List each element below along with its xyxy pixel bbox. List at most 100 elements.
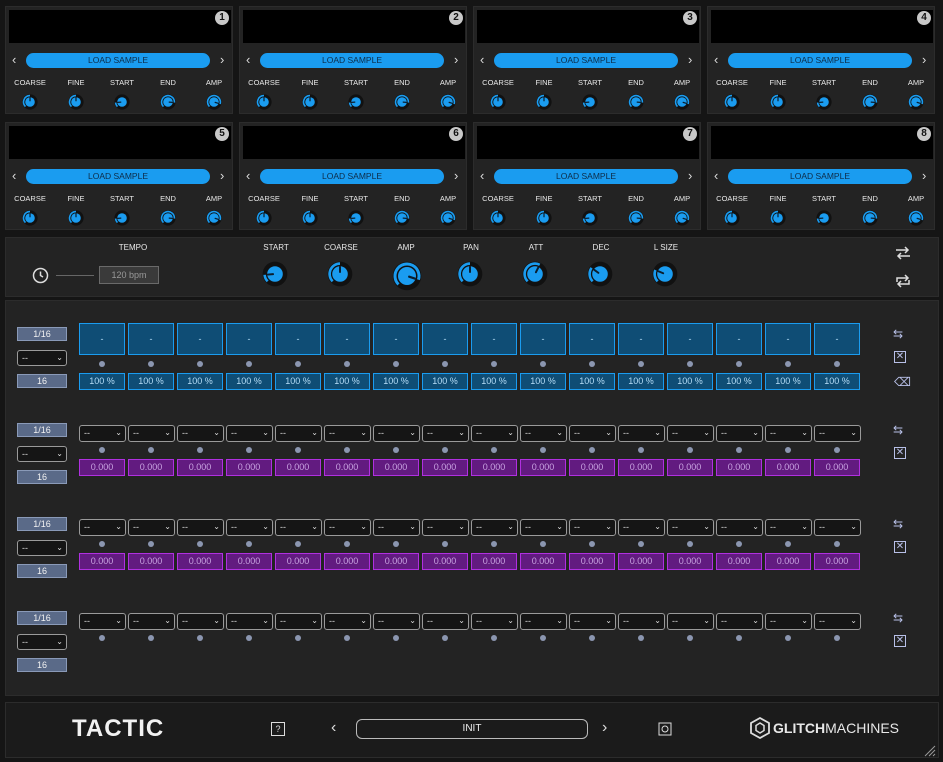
step-pitch-cell[interactable]: - xyxy=(667,323,713,355)
step-dot[interactable] xyxy=(687,635,693,641)
slot-amp-knob[interactable] xyxy=(674,94,690,110)
step-pitch-cell[interactable]: - xyxy=(226,323,272,355)
waveform-display[interactable] xyxy=(243,126,465,159)
slot-fine-knob[interactable] xyxy=(68,210,84,226)
clear-icon[interactable]: ✕ xyxy=(894,635,906,647)
next-sample-button[interactable]: › xyxy=(688,169,692,182)
step-dot[interactable] xyxy=(344,361,350,367)
slot-coarse-knob[interactable] xyxy=(256,210,272,226)
step-dot[interactable] xyxy=(540,541,546,547)
step-select[interactable]: -- ⌄ xyxy=(471,519,518,536)
step-dot[interactable] xyxy=(148,361,154,367)
step-dot[interactable] xyxy=(491,635,497,641)
step-select[interactable]: -- ⌄ xyxy=(275,519,322,536)
step-dot[interactable] xyxy=(295,447,301,453)
step-pitch-cell[interactable]: - xyxy=(324,323,370,355)
step-select[interactable]: -- ⌄ xyxy=(520,519,567,536)
step-dot[interactable] xyxy=(246,635,252,641)
main-pan-knob[interactable] xyxy=(457,261,483,287)
slot-start-knob[interactable] xyxy=(114,210,130,226)
step-value-cell[interactable]: 0.000 xyxy=(177,553,223,570)
load-sample-button[interactable]: LOAD SAMPLE xyxy=(728,53,912,68)
prev-sample-button[interactable]: ‹ xyxy=(480,169,484,182)
step-pitch-cell[interactable]: - xyxy=(569,323,615,355)
step-dot[interactable] xyxy=(785,447,791,453)
step-value-cell[interactable]: 0.000 xyxy=(373,459,419,476)
step-dot[interactable] xyxy=(687,361,693,367)
tempo-slider-track[interactable] xyxy=(56,275,94,276)
step-value-cell[interactable]: 0.000 xyxy=(177,459,223,476)
waveform-display[interactable] xyxy=(9,126,231,159)
step-dot[interactable] xyxy=(393,361,399,367)
step-dot[interactable] xyxy=(344,447,350,453)
step-dot[interactable] xyxy=(295,361,301,367)
main-coarse-knob[interactable] xyxy=(327,261,353,287)
slot-coarse-knob[interactable] xyxy=(490,94,506,110)
step-select[interactable]: -- ⌄ xyxy=(765,519,812,536)
waveform-display[interactable] xyxy=(711,126,933,159)
step-dot[interactable] xyxy=(736,447,742,453)
main-amp-knob[interactable] xyxy=(392,261,422,291)
step-value-cell[interactable]: 0.000 xyxy=(128,459,174,476)
step-select[interactable]: -- ⌄ xyxy=(128,519,175,536)
step-value-cell[interactable]: 0.000 xyxy=(324,459,370,476)
step-select[interactable]: -- ⌄ xyxy=(373,519,420,536)
step-pitch-cell[interactable]: - xyxy=(275,323,321,355)
step-select[interactable]: -- ⌄ xyxy=(79,613,126,630)
load-sample-button[interactable]: LOAD SAMPLE xyxy=(26,53,210,68)
step-dot[interactable] xyxy=(148,447,154,453)
slot-amp-knob[interactable] xyxy=(908,210,924,226)
step-value-cell[interactable]: 0.000 xyxy=(569,553,615,570)
step-velocity-cell[interactable]: 100 % xyxy=(765,373,811,390)
rate-field[interactable]: 1/16 xyxy=(17,517,67,531)
step-velocity-cell[interactable]: 100 % xyxy=(177,373,223,390)
slot-fine-knob[interactable] xyxy=(536,210,552,226)
step-dot[interactable] xyxy=(589,635,595,641)
step-select[interactable]: -- ⌄ xyxy=(422,519,469,536)
slot-amp-knob[interactable] xyxy=(908,94,924,110)
step-velocity-cell[interactable]: 100 % xyxy=(373,373,419,390)
step-value-cell[interactable]: 0.000 xyxy=(226,553,272,570)
step-select[interactable]: -- ⌄ xyxy=(814,519,861,536)
step-dot[interactable] xyxy=(491,541,497,547)
next-preset-button[interactable]: › xyxy=(602,719,607,737)
step-value-cell[interactable]: 0.000 xyxy=(667,553,713,570)
step-dot[interactable] xyxy=(834,361,840,367)
step-value-cell[interactable]: 0.000 xyxy=(716,459,762,476)
step-select[interactable]: -- ⌄ xyxy=(275,613,322,630)
step-value-cell[interactable]: 0.000 xyxy=(520,553,566,570)
rate-field[interactable]: 1/16 xyxy=(17,611,67,625)
step-select[interactable]: -- ⌄ xyxy=(373,425,420,442)
step-select[interactable]: -- ⌄ xyxy=(79,425,126,442)
step-dot[interactable] xyxy=(197,635,203,641)
step-select[interactable]: -- ⌄ xyxy=(520,613,567,630)
waveform-display[interactable] xyxy=(477,126,699,159)
step-dot[interactable] xyxy=(736,541,742,547)
main-att-knob[interactable] xyxy=(522,261,548,287)
step-select[interactable]: -- ⌄ xyxy=(716,519,763,536)
waveform-display[interactable] xyxy=(477,10,699,43)
step-select[interactable]: -- ⌄ xyxy=(569,613,616,630)
load-sample-button[interactable]: LOAD SAMPLE xyxy=(26,169,210,184)
step-select[interactable]: -- ⌄ xyxy=(471,613,518,630)
step-select[interactable]: -- ⌄ xyxy=(422,425,469,442)
delete-icon[interactable]: ⌫ xyxy=(894,375,911,389)
main-dec-knob[interactable] xyxy=(587,261,613,287)
slot-end-knob[interactable] xyxy=(862,94,878,110)
step-dot[interactable] xyxy=(99,447,105,453)
step-velocity-cell[interactable]: 100 % xyxy=(814,373,860,390)
loop-icon[interactable]: ⇆ xyxy=(893,517,903,531)
step-velocity-cell[interactable]: 100 % xyxy=(128,373,174,390)
step-dot[interactable] xyxy=(638,361,644,367)
slot-amp-knob[interactable] xyxy=(206,210,222,226)
step-velocity-cell[interactable]: 100 % xyxy=(422,373,468,390)
step-dot[interactable] xyxy=(589,541,595,547)
waveform-display[interactable] xyxy=(243,10,465,43)
step-dot[interactable] xyxy=(442,447,448,453)
step-pitch-cell[interactable]: - xyxy=(814,323,860,355)
step-dot[interactable] xyxy=(197,447,203,453)
step-select[interactable]: -- ⌄ xyxy=(667,519,714,536)
step-pitch-cell[interactable]: - xyxy=(373,323,419,355)
tempo-field[interactable]: 120 bpm xyxy=(99,266,159,284)
step-value-cell[interactable]: 0.000 xyxy=(520,459,566,476)
